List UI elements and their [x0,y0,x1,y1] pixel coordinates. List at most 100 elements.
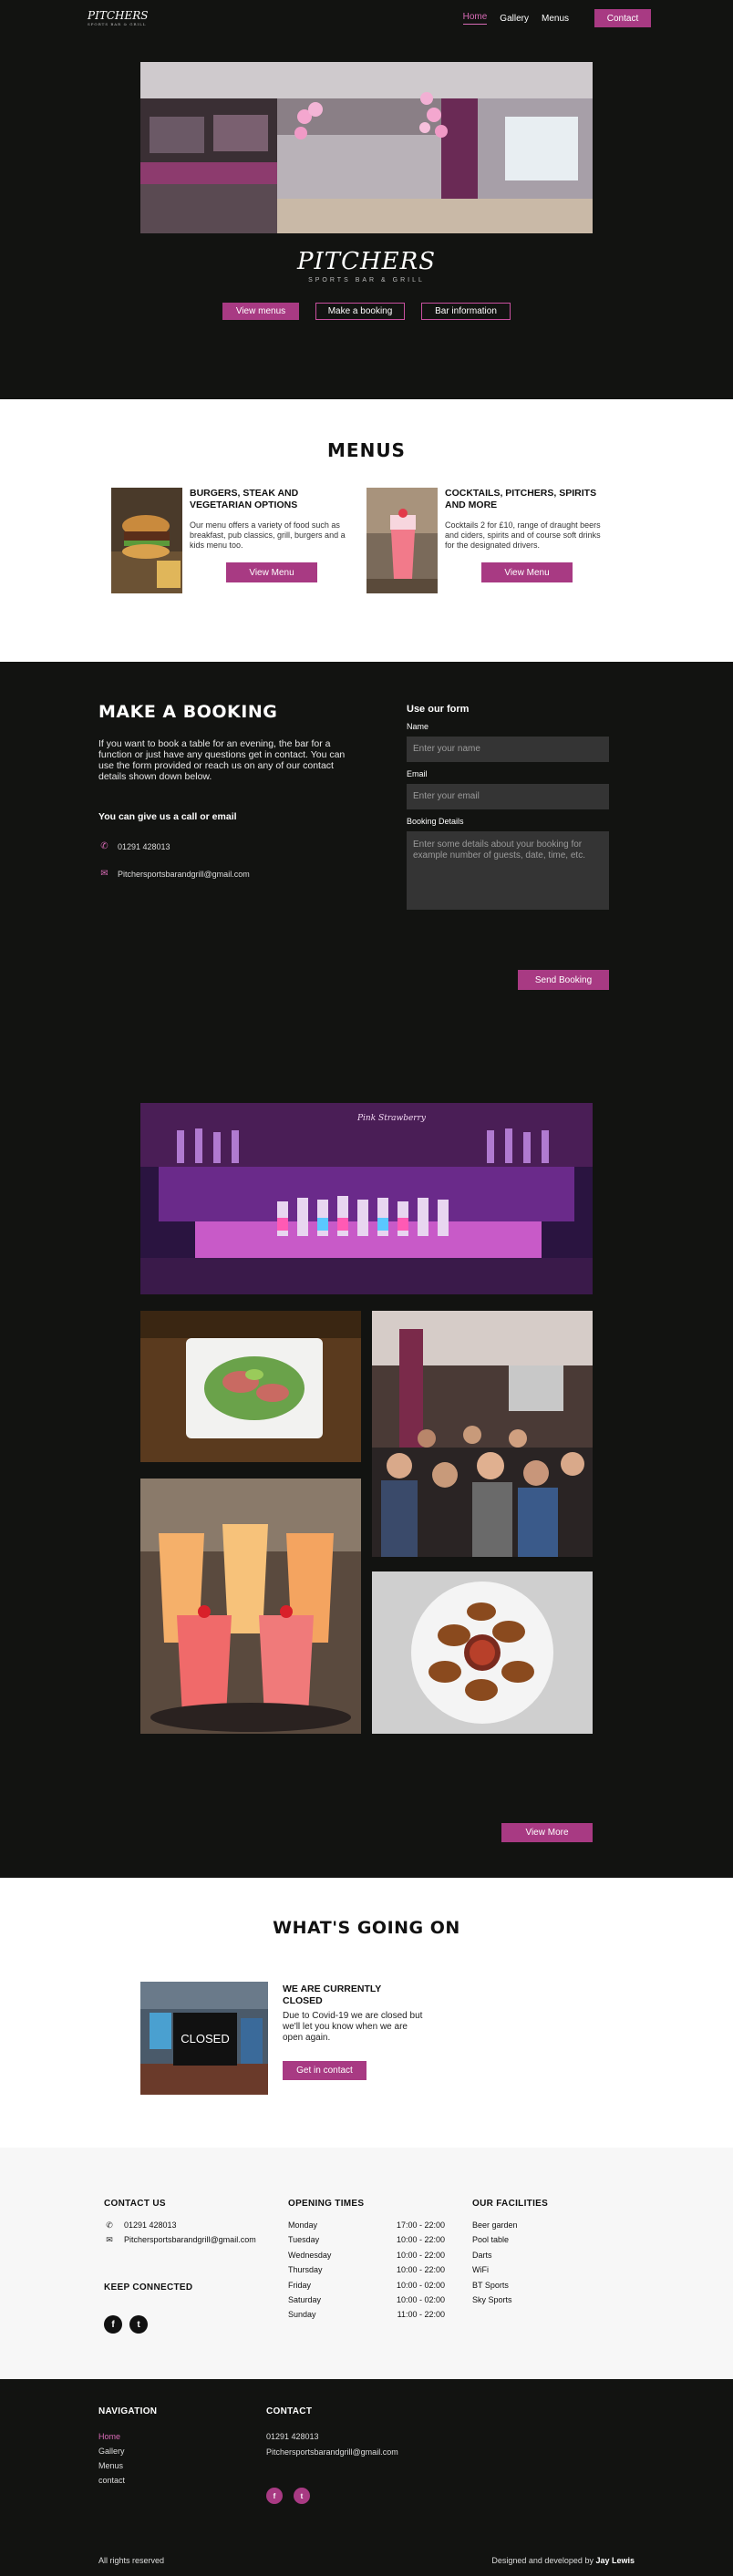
info-email-text: Pitchersportsbarandgrill@gmail.com [124,2235,256,2244]
hours-day: Friday [288,2280,312,2290]
booking-phone-text: 01291 428013 [118,841,170,851]
hours-time: 10:00 - 22:00 [396,2235,445,2245]
view-food-menu-button[interactable]: View Menu [226,562,317,582]
booking-section: MAKE A BOOKING If you want to book a tab… [0,662,733,1103]
facebook-icon[interactable]: f [104,2315,122,2334]
hours-time: 10:00 - 02:00 [396,2294,445,2304]
opening-times-list: Monday 17:00 - 22:00 Tuesday 10:00 - 22:00… [288,2221,445,2325]
form-title: Use our form [407,704,470,715]
view-menus-button[interactable]: View menus [222,303,299,320]
logo-text: PITCHERS [88,9,149,22]
hours-day: Monday [288,2221,318,2230]
drinks-menu-card: COCKTAILS, PITCHERS, SPIRITS AND MORE Co… [366,488,613,597]
footer-bottom-bar: All rights reserved Designed and develop… [98,2556,635,2565]
send-booking-button[interactable]: Send Booking [518,970,609,990]
hours-day: Sunday [288,2310,316,2320]
call-email-heading: You can give us a call or email [98,811,237,822]
burger-image [111,488,182,593]
footer-contact-heading: CONTACT [266,2406,313,2416]
drinks-menu-text: Cocktails 2 for £10, range of draught be… [445,520,601,550]
footer-social-links: f t [266,2488,310,2504]
phone-icon: ✆ [106,2221,113,2230]
hero-buttons: View menus Make a booking Bar informatio… [0,303,733,320]
name-label: Name [407,722,429,731]
bar-information-button[interactable]: Bar information [421,303,511,320]
twitter-icon[interactable]: t [294,2488,310,2504]
facility-item: Sky Sports [472,2294,512,2304]
food-menu-text: Our menu offers a variety of food such a… [190,520,346,550]
nav-link-gallery[interactable]: Gallery [500,14,529,24]
gallery-wings-image [372,1571,593,1734]
closed-text: Due to Covid-19 we are closed but we'll … [283,2011,423,2043]
our-facilities-heading: OUR FACILITIES [472,2199,549,2209]
get-in-contact-button[interactable]: Get in contact [283,2061,366,2080]
make-booking-button[interactable]: Make a booking [315,303,405,320]
gallery-salad-image [140,1311,361,1462]
envelope-icon: ✉ [106,2235,113,2244]
hero-subtitle: SPORTS BAR & GRILL [308,277,425,283]
gallery-bar-shelf-image [140,1103,593,1294]
bar-sign-text: Pink Strawberry [357,1114,426,1123]
hours-time: 10:00 - 22:00 [396,2250,445,2260]
top-nav: PITCHERS SPORTS BAR & GRILL Home Gallery… [0,0,733,36]
footer-link-home[interactable]: Home [98,2432,125,2447]
footer-link-menus[interactable]: Menus [98,2461,125,2476]
facility-item: Darts [472,2250,492,2260]
nav-link-home[interactable]: Home [462,12,488,25]
hours-row: Saturday 10:00 - 02:00 [288,2295,445,2310]
footer-link-contact[interactable]: contact [98,2476,125,2490]
facebook-icon[interactable]: f [266,2488,283,2504]
contact-us-heading: CONTACT US [104,2199,166,2209]
hero-title: PITCHERS [296,248,437,275]
menus-heading: MENUS [327,439,406,461]
hero-section: PITCHERS SPORTS BAR & GRILL View menus M… [0,36,733,399]
hours-row: Thursday 10:00 - 22:00 [288,2265,445,2280]
view-drinks-menu-button[interactable]: View Menu [481,562,573,582]
food-menu-title: BURGERS, STEAK AND VEGETARIAN OPTIONS [190,488,299,510]
details-label: Booking Details [407,817,464,826]
gallery-section: Pink Strawberry View More [0,1103,733,1878]
hours-time: 11:00 - 22:00 [397,2310,445,2320]
cocktail-image [366,488,438,593]
email-label: Email [407,769,428,778]
site-logo[interactable]: PITCHERS SPORTS BAR & GRILL [88,10,148,26]
credit-name[interactable]: Jay Lewis [595,2556,635,2565]
footer-phone[interactable]: 01291 428013 [266,2432,398,2447]
booking-email[interactable]: ✉ Pitchersportsbarandgrill@gmail.com [98,868,249,880]
nav-link-menus[interactable]: Menus [542,14,569,24]
closed-title: WE ARE CURRENTLY CLOSED [283,1984,382,2006]
name-input[interactable]: Enter your name [407,737,609,762]
hours-row: Tuesday 10:00 - 22:00 [288,2235,445,2250]
rights-text: All rights reserved [98,2556,165,2565]
facility-item: BT Sports [472,2280,509,2290]
booking-phone[interactable]: ✆ 01291 428013 [98,840,170,852]
facility-item: Beer garden [472,2221,518,2230]
info-phone[interactable]: ✆ 01291 428013 [104,2221,268,2231]
email-input[interactable]: Enter your email [407,784,609,809]
gallery-cocktails-image [140,1479,361,1734]
nav-contact-button[interactable]: Contact [594,9,651,27]
info-email[interactable]: ✉ Pitchersportsbarandgrill@gmail.com [104,2235,268,2245]
view-more-gallery-button[interactable]: View More [501,1823,593,1842]
food-menu-card: BURGERS, STEAK AND VEGETARIAN OPTIONS Ou… [111,488,357,597]
info-social-links: f t [104,2315,148,2334]
site-footer: NAVIGATION Home Gallery Menus contact CO… [0,2379,733,2576]
drinks-menu-title: COCKTAILS, PITCHERS, SPIRITS AND MORE [445,488,597,510]
credit-text: Designed and developed by Jay Lewis [491,2556,635,2565]
hours-time: 10:00 - 22:00 [396,2265,445,2275]
booking-details-textarea[interactable]: Enter some details about your booking fo… [407,831,609,910]
envelope-icon: ✉ [100,869,108,879]
phone-icon: ✆ [100,841,108,851]
facility-item: Pool table [472,2235,510,2245]
logo-subtext: SPORTS BAR & GRILL [88,22,147,26]
hours-day: Saturday [288,2294,322,2304]
footer-navigation-heading: NAVIGATION [98,2406,158,2416]
keep-connected-heading: KEEP CONNECTED [104,2282,193,2293]
booking-form: Use our form Name Enter your name Email … [407,704,609,990]
footer-link-gallery[interactable]: Gallery [98,2447,125,2461]
opening-times-heading: OPENING TIMES [288,2199,365,2209]
hero-brand: PITCHERS SPORTS BAR & GRILL [0,248,733,283]
gallery-crowd-image [372,1311,593,1557]
twitter-icon[interactable]: t [129,2315,148,2334]
footer-email[interactable]: Pitchersportsbarandgrill@gmail.com [266,2447,398,2463]
